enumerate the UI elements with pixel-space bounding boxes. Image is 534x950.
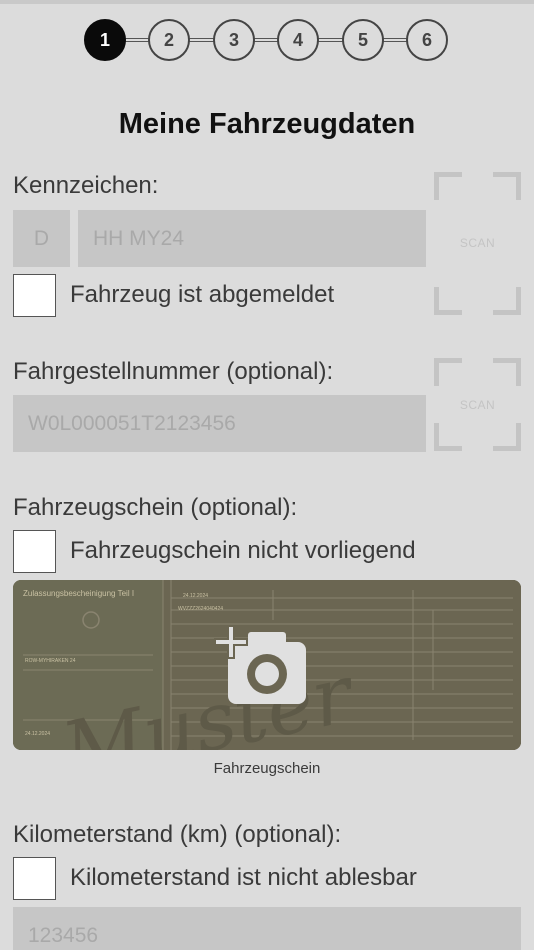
page-title: Meine Fahrzeugdaten [118, 108, 416, 140]
scan-corner-icon [493, 172, 521, 200]
plate-scan-button[interactable]: SCAN [434, 172, 521, 315]
mileage-label: Kilometerstand (km) (optional): [13, 821, 342, 848]
vin-label: Fahrgestellnummer (optional): [13, 358, 334, 385]
step-2[interactable]: 2 [148, 19, 190, 61]
document-date-text: 24.12.2024 [183, 593, 208, 599]
document-date-text: 24.12.2024 [25, 731, 50, 737]
plate-label: Kennzeichen: [13, 172, 159, 199]
registration-unavailable-label: Fahrzeugschein nicht vorliegend [70, 537, 416, 564]
vin-input[interactable]: W0L000051T2123456 [13, 395, 426, 452]
document-plate-text: ROW-MYHIRAKEN 24 [25, 658, 76, 664]
top-bar-shadow [0, 0, 534, 4]
plate-scan-label: SCAN [459, 236, 496, 250]
deregistered-label: Fahrzeug ist abgemeldet [70, 281, 335, 308]
scan-corner-icon [493, 358, 521, 386]
scan-corner-icon [434, 423, 462, 451]
registration-document-image: Zulassungsbescheinigung Teil I ROW-MYHIR… [13, 580, 521, 750]
document-vin-text: WVZZZ2624040424 [178, 606, 223, 612]
document-header-text: Zulassungsbescheinigung Teil I [23, 589, 134, 598]
scan-corner-icon [434, 358, 462, 386]
scan-corner-icon [434, 172, 462, 200]
step-1[interactable]: 1 [84, 19, 126, 61]
vin-scan-label: SCAN [459, 398, 496, 412]
progress-stepper: 1 2 3 4 5 6 [84, 19, 450, 61]
plate-country-input[interactable]: D [13, 210, 70, 267]
mileage-unreadable-label: Kilometerstand ist nicht ablesbar [70, 864, 417, 891]
deregistered-checkbox[interactable] [13, 274, 56, 317]
mileage-unreadable-checkbox[interactable] [13, 857, 56, 900]
scan-corner-icon [493, 423, 521, 451]
step-5[interactable]: 5 [342, 19, 384, 61]
step-4[interactable]: 4 [277, 19, 319, 61]
scan-corner-icon [434, 287, 462, 315]
scan-corner-icon [493, 287, 521, 315]
registration-label: Fahrzeugschein (optional): [13, 494, 298, 521]
registration-photo-upload[interactable]: Zulassungsbescheinigung Teil I ROW-MYHIR… [13, 580, 521, 750]
vin-scan-button[interactable]: SCAN [434, 358, 521, 451]
registration-image-caption: Fahrzeugschein [213, 760, 321, 777]
mileage-input[interactable]: 123456 [13, 907, 521, 950]
step-3[interactable]: 3 [213, 19, 255, 61]
step-6[interactable]: 6 [406, 19, 448, 61]
plate-number-input[interactable]: HH MY24 [78, 210, 426, 267]
registration-unavailable-checkbox[interactable] [13, 530, 56, 573]
